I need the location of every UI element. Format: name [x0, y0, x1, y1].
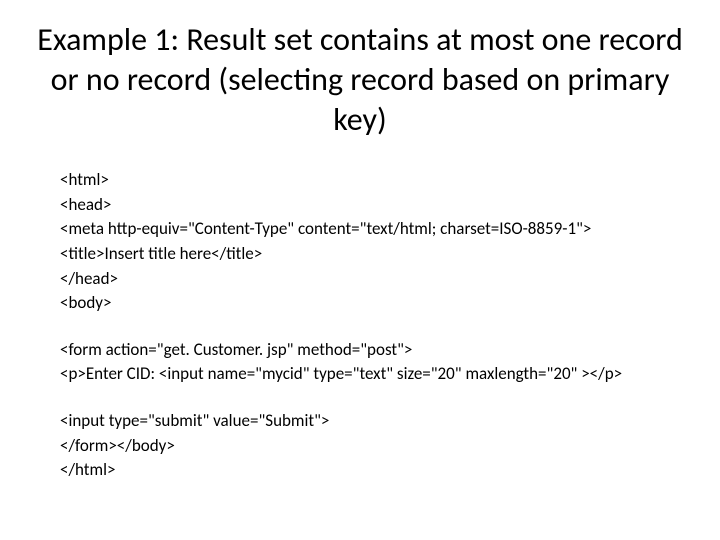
code-line: <body> — [60, 291, 690, 316]
code-line: <input type="submit" value="Submit"> — [60, 409, 690, 434]
slide-title: Example 1: Result set contains at most o… — [30, 20, 690, 140]
code-line: </form></body> — [60, 434, 690, 459]
code-line: <head> — [60, 193, 690, 218]
code-block: <html> <head> <meta http-equiv="Content-… — [60, 168, 690, 483]
code-line: <p>Enter CID: <input name="mycid" type="… — [60, 362, 690, 387]
blank-line — [60, 387, 690, 409]
blank-line — [60, 316, 690, 338]
code-line: <title>Insert title here</title> — [60, 242, 690, 267]
slide-container: Example 1: Result set contains at most o… — [0, 0, 720, 540]
code-line: <form action="get. Customer. jsp" method… — [60, 338, 690, 363]
code-line: <html> — [60, 168, 690, 193]
code-line: </html> — [60, 458, 690, 483]
code-line: </head> — [60, 267, 690, 292]
code-line: <meta http-equiv="Content-Type" content=… — [60, 217, 690, 242]
